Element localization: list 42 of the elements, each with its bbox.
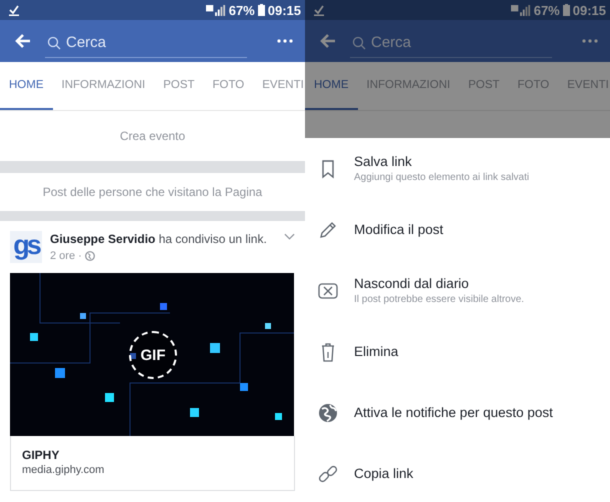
signal-icon <box>206 4 226 16</box>
globe-icon <box>84 251 95 261</box>
battery-icon <box>562 4 570 16</box>
search-icon <box>47 36 61 50</box>
avatar-logo: gs <box>10 231 42 263</box>
battery-percent: 67% <box>228 2 255 18</box>
chevron-down-icon[interactable] <box>284 233 295 240</box>
battery-percent: 67% <box>534 2 560 18</box>
menu-item-title[interactable]: Elimina <box>354 344 398 359</box>
tab[interactable]: FOTO <box>508 62 558 110</box>
globe-icon[interactable] <box>317 402 339 424</box>
menu-item-title[interactable]: Nascondi dal diario <box>354 276 524 291</box>
download-done-icon <box>8 4 20 16</box>
link-domain: media.giphy.com <box>22 464 106 476</box>
menu-item-subtitle: Il post potrebbe essere visibile altrove. <box>354 294 524 305</box>
post-title: Giuseppe Servidio ha condiviso un link. <box>50 232 268 246</box>
tab[interactable]: INFORMAZIONI <box>52 62 154 110</box>
menu-item-subtitle: Aggiungi questo elemento ai link salvati <box>354 172 530 183</box>
download-done-icon <box>313 4 325 16</box>
tab[interactable]: POST <box>459 62 509 110</box>
gif-badge[interactable]: GIF <box>129 331 177 379</box>
search-icon <box>352 36 366 50</box>
back-icon[interactable] <box>320 34 336 48</box>
tab[interactable]: FOTO <box>204 62 254 110</box>
link-card[interactable]: GIPHY media.giphy.com <box>10 436 295 491</box>
post-time: 2 ore · <box>50 250 82 262</box>
menu-item-title[interactable]: Copia link <box>354 466 414 481</box>
tab[interactable]: INFORMAZIONI <box>358 62 460 110</box>
back-icon[interactable] <box>15 34 31 48</box>
more-icon[interactable] <box>582 39 598 43</box>
menu-item-title[interactable]: Modifica il post <box>354 222 444 237</box>
clock: 09:15 <box>268 2 301 18</box>
more-icon[interactable] <box>277 39 293 43</box>
battery-icon <box>258 4 265 16</box>
tab[interactable]: EVENTI <box>253 62 305 110</box>
clock: 09:15 <box>572 2 606 18</box>
tab[interactable]: POST <box>154 62 204 110</box>
signal-icon <box>510 4 531 16</box>
menu-item-title[interactable]: Salva link <box>354 154 530 169</box>
menu-item-title[interactable]: Attiva le notifiche per questo post <box>354 405 553 420</box>
tab[interactable]: EVENTI <box>558 62 610 110</box>
link-title: GIPHY <box>22 448 60 462</box>
